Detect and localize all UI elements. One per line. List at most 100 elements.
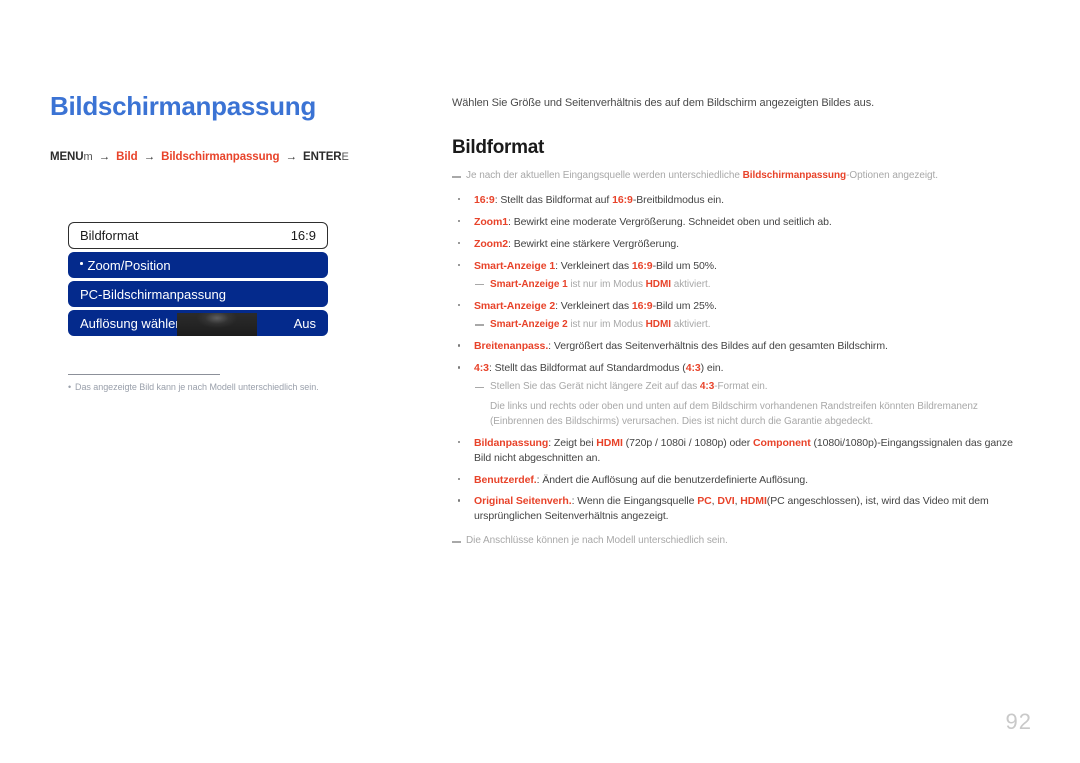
left-footnote: • Das angezeigte Bild kann je nach Modell…	[68, 382, 368, 392]
option-sub-note: Smart-Anzeige 1 ist nur im Modus HDMI ak…	[474, 278, 1030, 293]
option-name: Smart-Anzeige 2	[474, 300, 556, 313]
top-note: Je nach der aktuellen Eingangsquelle wer…	[452, 169, 1030, 184]
breadcrumb-menu-key: m	[83, 150, 93, 163]
menu-row-value: Aus	[293, 315, 316, 331]
sub-note-mid: ist nur im Modus	[567, 278, 646, 290]
breadcrumb-item-bildschirmanpassung: Bildschirmanpassung	[161, 150, 280, 163]
page-number: 92	[1005, 709, 1032, 734]
option-name: 4:3	[474, 362, 489, 375]
option-text: : Bewirkt eine moderate Vergrößerung. Sc…	[508, 215, 832, 228]
option-sub-note: Smart-Anzeige 2 ist nur im Modus HDMI ak…	[474, 318, 1030, 333]
breadcrumb-enter-label: ENTER	[303, 150, 342, 163]
breadcrumb-item-bild: Bild	[116, 150, 138, 163]
list-bullet-icon	[458, 219, 461, 223]
screen-glare-overlay	[177, 313, 257, 336]
breadcrumb-enter-key: E	[341, 150, 349, 163]
option-text-after: ) ein.	[700, 362, 724, 375]
option-text: : Wenn die Eingangsquelle	[571, 495, 698, 508]
list-bullet-icon	[458, 499, 461, 502]
sub-note-accent: 4:3	[699, 381, 715, 393]
sub-note-accent: Smart-Anzeige 2	[490, 318, 568, 330]
menu-row-bildformat[interactable]: Bildformat 16:9	[68, 222, 328, 249]
option-text: : Zeigt bei	[548, 436, 597, 449]
list-bullet-icon	[458, 366, 461, 369]
list-bullet-icon	[458, 304, 461, 307]
sub-note-end: aktiviert.	[670, 318, 711, 330]
option-inline-accent: 16:9	[631, 259, 653, 272]
sub-note-after: -Format ein.	[714, 381, 768, 393]
menu-row-label: PC-Bildschirmanpassung	[80, 286, 226, 302]
option-inline-accent-3: HDMI	[740, 495, 767, 508]
breadcrumb: MENUm → Bild → Bildschirmanpassung → ENT…	[50, 151, 410, 163]
option-warning-note: Die links und rechts oder oben und unten…	[490, 400, 978, 427]
footnote-bullet-icon: •	[68, 382, 72, 392]
option-text: : Stellt das Bildformat auf	[494, 193, 613, 206]
option-name: Breitenanpass.	[474, 340, 549, 353]
option-sub-note: Stellen Sie das Gerät nicht längere Zeit…	[474, 380, 1030, 395]
sub-note-end: aktiviert.	[670, 278, 711, 290]
option-name: Smart-Anzeige 1	[474, 259, 556, 272]
option-bildanpassung: Bildanpassung: Zeigt bei HDMI (720p / 10…	[452, 436, 1030, 466]
breadcrumb-arrow-2: →	[143, 150, 156, 163]
option-name: Bildanpassung	[474, 436, 549, 449]
option-inline-accent: HDMI	[596, 436, 623, 449]
option-original-seitenverh: Original Seitenverh.: Wenn die Eingangsq…	[452, 494, 1030, 524]
intro-paragraph: Wählen Sie Größe und Seitenverhältnis de…	[452, 97, 875, 109]
option-smart-anzeige-2: Smart-Anzeige 2: Verkleinert das 16:9-Bi…	[452, 299, 1030, 332]
option-inline-accent: 4:3	[685, 362, 701, 375]
options-list: 16:9: Stellt das Bildformat auf 16:9-Bre…	[452, 193, 1030, 524]
list-bullet-icon	[458, 440, 461, 444]
option-name: Original Seitenverh.	[474, 495, 572, 508]
option-text: : Bewirkt eine stärkere Vergrößerung.	[508, 237, 679, 250]
option-name: 16:9	[474, 193, 495, 206]
option-16-9: 16:9: Stellt das Bildformat auf 16:9-Bre…	[452, 193, 1030, 208]
page-title: Bildschirmanpassung	[50, 91, 316, 121]
sub-note-accent-2: HDMI	[645, 278, 671, 290]
menu-row-zoom-position[interactable]: Zoom/Position	[68, 252, 328, 278]
option-zoom2: Zoom2: Bewirkt eine stärkere Vergrößerun…	[452, 237, 1030, 252]
sub-note-mid: ist nur im Modus	[567, 318, 646, 330]
option-name: Zoom1	[474, 215, 509, 228]
menu-row-label: Bildformat	[80, 228, 139, 243]
option-text: : Vergrößert das Seitenverhältnis des Bi…	[548, 340, 888, 353]
option-name: Zoom2	[474, 237, 509, 250]
list-bullet-icon	[458, 477, 461, 480]
option-inline-accent: 16:9	[631, 300, 653, 313]
option-text: : Verkleinert das	[555, 259, 632, 272]
menu-row-aufloesung-waehlen[interactable]: Auflösung wählen Aus	[68, 310, 328, 336]
breadcrumb-menu-label: MENU	[50, 150, 84, 163]
section-title: Bildformat	[452, 137, 545, 159]
menu-row-label: Auflösung wählen	[80, 315, 183, 331]
bullet-dot-icon	[80, 262, 83, 265]
left-column: Bildschirmanpassung MENUm → Bild → Bilds…	[50, 92, 410, 163]
breadcrumb-arrow-1: →	[98, 150, 111, 163]
top-note-after: -Optionen angezeigt.	[846, 170, 938, 182]
option-text: : Stellt das Bildformat auf Standardmodu…	[488, 362, 686, 375]
option-text-after: -Breitbildmodus ein.	[632, 193, 725, 206]
right-column: Wählen Sie Größe und Seitenverhältnis de…	[452, 96, 1030, 549]
footnote-text: Das angezeigte Bild kann je nach Modell …	[75, 382, 319, 392]
left-divider	[68, 374, 220, 375]
option-name: Benutzerdef.	[474, 473, 537, 486]
list-bullet-icon	[458, 263, 461, 266]
option-benutzerdef: Benutzerdef.: Ändert die Auflösung auf d…	[452, 473, 1030, 488]
option-zoom1: Zoom1: Bewirkt eine moderate Vergrößerun…	[452, 215, 1030, 230]
list-bullet-icon	[458, 241, 461, 245]
option-inline-accent-2: DVI	[717, 495, 735, 508]
breadcrumb-arrow-3: →	[285, 150, 297, 163]
bottom-note: Die Anschlüsse können je nach Modell unt…	[452, 534, 1030, 549]
option-text-after: -Bild um 25%.	[652, 300, 717, 313]
option-4-3: 4:3: Stellt das Bildformat auf Standardm…	[452, 361, 1030, 428]
option-text-after: -Bild um 50%.	[652, 259, 717, 272]
menu-row-pc-bildschirmanpassung[interactable]: PC-Bildschirmanpassung	[68, 281, 328, 307]
option-inline-accent-2: Component	[753, 436, 811, 449]
sub-note-accent: Smart-Anzeige 1	[490, 278, 568, 290]
menu-row-label: Zoom/Position	[80, 258, 171, 273]
menu-mockup: Bildformat 16:9 Zoom/Position PC-Bildsch…	[68, 222, 328, 339]
top-note-accent: Bildschirmanpassung	[742, 170, 847, 182]
top-note-before: Je nach der aktuellen Eingangsquelle wer…	[466, 170, 743, 182]
option-inline-accent: 16:9	[612, 193, 633, 206]
option-text: : Ändert die Auflösung auf die benutzerd…	[536, 473, 808, 486]
list-bullet-icon	[458, 197, 461, 201]
option-breitenanpass: Breitenanpass.: Vergrößert das Seitenver…	[452, 339, 1030, 354]
